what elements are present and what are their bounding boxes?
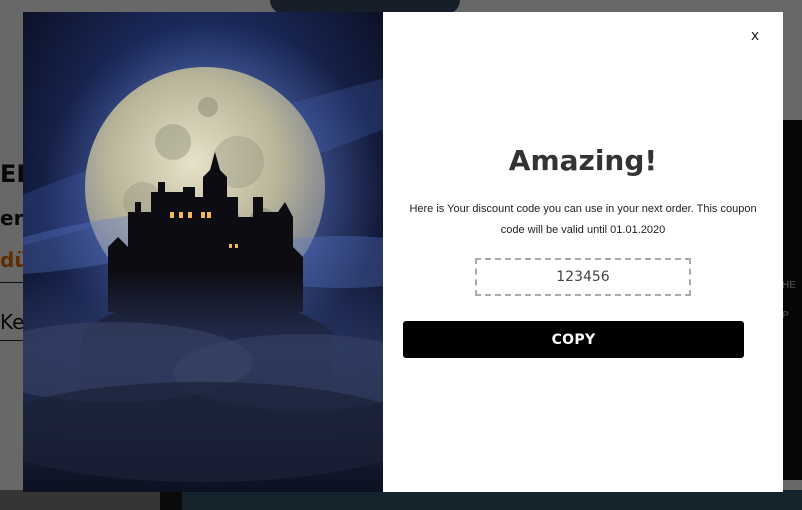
discount-message: Here is Your discount code you can use i… [409,203,757,236]
discount-popup: x Amazing! Here is Your discount code yo… [23,12,783,492]
popup-content: x Amazing! Here is Your discount code yo… [383,12,783,492]
coupon-code[interactable]: 123456 [475,258,691,296]
popup-title: Amazing! [508,144,658,177]
copy-button[interactable]: COPY [403,321,744,358]
castle-moon-image [23,12,383,492]
close-button[interactable]: x [745,26,765,46]
